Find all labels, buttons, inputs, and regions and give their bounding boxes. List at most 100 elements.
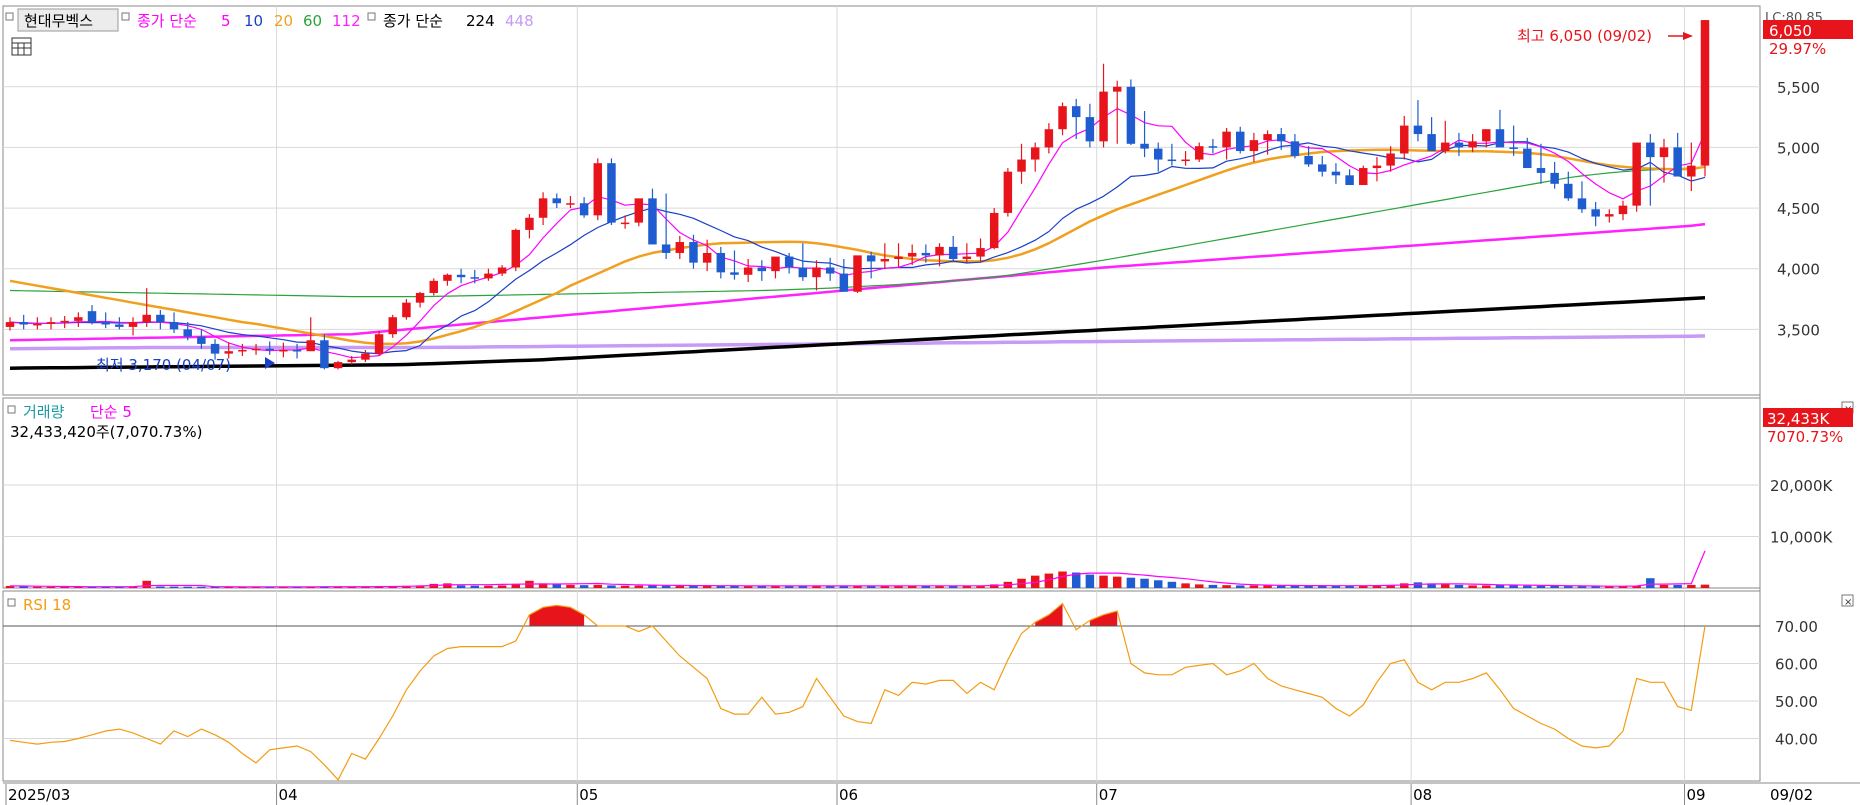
candle-body xyxy=(156,314,165,323)
candle-body xyxy=(1509,147,1518,149)
candle-body xyxy=(1345,175,1354,186)
candle-body xyxy=(661,244,671,253)
ma60-legend: 60 xyxy=(303,12,322,30)
volume-bar xyxy=(1249,585,1259,588)
current-change: 29.97% xyxy=(1769,40,1826,58)
candle-body xyxy=(1112,86,1122,92)
volume-bar xyxy=(552,584,562,588)
volume-panel-frame xyxy=(2,397,1761,589)
candle-body xyxy=(1536,168,1546,173)
candle-body xyxy=(1646,142,1655,158)
candle-body xyxy=(19,322,28,325)
candle-body xyxy=(279,349,288,352)
volume-bar xyxy=(484,585,493,588)
candle-body xyxy=(456,274,466,278)
candle-body xyxy=(1318,164,1327,172)
volume-bar xyxy=(1509,585,1518,588)
high-price-label: 최고 6,050 (09/02) xyxy=(1517,27,1652,45)
candle-body xyxy=(907,252,917,257)
candle-body xyxy=(1263,134,1272,141)
candle-body xyxy=(1140,143,1149,149)
x-axis-label: 06 xyxy=(839,786,858,804)
rsi-y-tick: 50.00 xyxy=(1775,693,1818,711)
candle-body xyxy=(1659,147,1669,158)
candle-body xyxy=(634,198,644,223)
low-price-label: 최저 3,170 (04/07) xyxy=(96,356,231,374)
candle-body xyxy=(798,267,808,278)
price-y-tick: 4,000 xyxy=(1777,261,1820,279)
candle-body xyxy=(1030,147,1040,160)
volume-bar xyxy=(566,584,575,588)
volume-bar xyxy=(142,580,151,588)
current-volume: 32,433K xyxy=(1767,410,1830,428)
candle-body xyxy=(1099,91,1108,142)
candle-body xyxy=(60,320,69,323)
candle-body xyxy=(579,203,589,216)
candle-body xyxy=(1304,155,1313,165)
x-axis-label: 08 xyxy=(1413,786,1432,804)
candle-body xyxy=(689,242,698,263)
candle-body xyxy=(1386,153,1395,166)
candle-body xyxy=(1153,148,1163,160)
svg-text:×: × xyxy=(1844,597,1852,608)
volume-bar xyxy=(497,585,507,588)
candle-body xyxy=(989,212,999,249)
candle-body xyxy=(1003,171,1013,213)
candle-body xyxy=(210,343,220,354)
candle-body xyxy=(87,311,97,323)
volume-bar xyxy=(169,586,179,588)
candle-body xyxy=(497,267,507,274)
volume-info: 32,433,420주(7,070.73%) xyxy=(10,423,202,441)
volume-bar xyxy=(661,585,671,588)
candle-body xyxy=(402,302,411,318)
volume-bar xyxy=(456,585,466,588)
volume-bar xyxy=(1441,584,1450,588)
volume-bar xyxy=(1277,585,1286,588)
volume-bar xyxy=(607,585,616,588)
candle-body xyxy=(1700,20,1710,166)
candle-body xyxy=(333,362,343,369)
candle-body xyxy=(484,273,493,279)
chart-canvas[interactable]: 2025/03 04 05 06 07 08 09 09/02 3,500 4,000 4,500 5… xyxy=(0,0,1860,805)
candle-body xyxy=(1236,131,1245,152)
candle-body xyxy=(566,203,575,205)
candle-body xyxy=(702,252,712,263)
candle-body xyxy=(743,267,753,275)
volume-bar xyxy=(156,586,165,588)
candle-body xyxy=(1564,183,1573,199)
candle-body xyxy=(429,280,438,293)
candle-body xyxy=(251,348,261,351)
candle-body xyxy=(197,336,206,344)
candle-body xyxy=(1126,86,1136,144)
stock-name: 현대무벡스 xyxy=(24,12,93,30)
candle-body xyxy=(1359,168,1368,186)
rsi-y-tick: 40.00 xyxy=(1775,731,1818,749)
volume-bar xyxy=(579,585,589,588)
candle-body xyxy=(265,348,274,351)
volume-bar xyxy=(443,583,452,588)
candle-body xyxy=(74,317,83,321)
volume-bar xyxy=(19,586,28,588)
volume-bar xyxy=(1112,576,1122,588)
x-axis-label: 04 xyxy=(279,786,298,804)
candle-body xyxy=(894,256,903,260)
volume-bar xyxy=(1550,585,1559,588)
candle-body xyxy=(730,272,739,275)
volume-bar xyxy=(183,586,192,588)
candle-body xyxy=(1482,129,1491,142)
candle-body xyxy=(1673,147,1682,177)
volume-ma-label: 단순 5 xyxy=(90,403,132,421)
candle-body xyxy=(415,292,425,303)
volume-y-tick: 10,000K xyxy=(1770,528,1833,546)
volume-bar xyxy=(1646,578,1655,588)
volume-bar xyxy=(33,586,42,588)
volume-bar xyxy=(1687,584,1696,588)
volume-bar xyxy=(1523,585,1532,588)
candle-body xyxy=(716,252,726,273)
candle-body xyxy=(880,259,890,262)
volume-bar xyxy=(1181,583,1190,588)
rsi-y-tick: 70.00 xyxy=(1775,618,1818,636)
candle-body xyxy=(1167,159,1177,162)
volume-bar xyxy=(470,585,479,588)
grid-icon[interactable] xyxy=(11,37,32,56)
